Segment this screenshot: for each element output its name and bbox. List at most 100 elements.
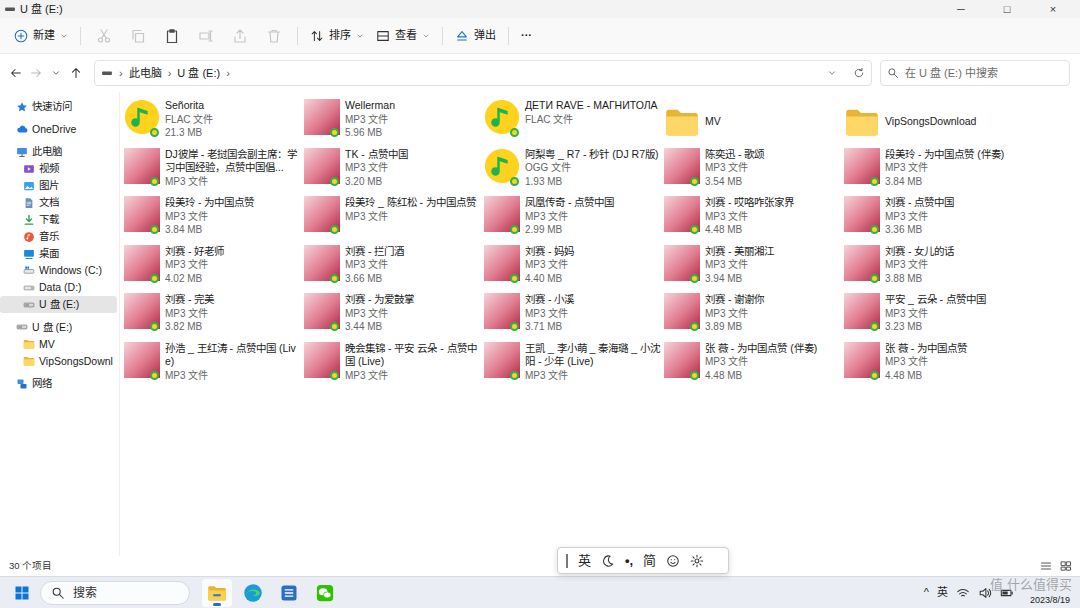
file-tile[interactable]: 张 薇 - 为中国点赞MP3 文件4.48 MB <box>844 339 1024 388</box>
file-tile[interactable]: 平安 _ 云朵 - 点赞中国MP3 文件3.23 MB <box>844 290 1024 339</box>
sidebar-item[interactable]: Data (D:) <box>0 279 117 296</box>
taskbar-search[interactable]: 搜索 <box>40 581 190 605</box>
taskbar-app[interactable] <box>238 579 268 607</box>
file-tile[interactable]: MV <box>664 96 844 145</box>
file-tile[interactable]: TK - 点赞中国MP3 文件3.20 MB <box>304 145 484 194</box>
forward-button[interactable] <box>26 61 46 85</box>
taskbar-app[interactable] <box>274 579 304 607</box>
file-tile[interactable]: 刘赛 - 点赞中国MP3 文件3.36 MB <box>844 193 1024 242</box>
ime-charset[interactable]: 简 <box>643 551 656 571</box>
file-tile[interactable]: SeñoritaFLAC 文件21.3 MB <box>124 96 304 145</box>
speaker-icon[interactable] <box>978 586 992 600</box>
minimize-button[interactable]: ─ <box>938 0 984 18</box>
search-box[interactable] <box>880 60 1070 86</box>
file-tile[interactable]: 孙浩 _ 王红涛 - 点赞中国 (Live)MP3 文件 <box>124 339 304 388</box>
file-name: DJ彼岸 - 老挝国会副主席：学习中国经验，点赞中国倡... <box>165 148 303 175</box>
taskbar-app[interactable] <box>310 579 340 607</box>
copy-button[interactable] <box>121 22 155 50</box>
file-tile[interactable]: WellermanMP3 文件5.96 MB <box>304 96 484 145</box>
wifi-icon[interactable] <box>956 586 970 600</box>
tray-ime[interactable]: 英 <box>937 584 948 601</box>
file-tile[interactable]: 段美玲 - 为中国点赞MP3 文件3.84 MB <box>124 193 304 242</box>
sort-button[interactable]: 排序 <box>304 22 370 50</box>
tray-expand[interactable]: ^ <box>924 584 929 601</box>
ime-language[interactable]: 英 <box>578 551 591 571</box>
sidebar-item[interactable]: VipSongsDownl <box>0 353 117 370</box>
search-input[interactable] <box>905 65 1063 82</box>
qq-music-badge-icon <box>330 128 339 137</box>
file-tile[interactable]: 王凯 _ 李小萌 _ 秦海璐 _ 小沈阳 - 少年 (Live)MP3 文件 <box>484 339 664 388</box>
back-button[interactable] <box>6 61 26 85</box>
gear-icon[interactable] <box>690 554 704 568</box>
sidebar-item[interactable]: 图片 <box>0 177 117 194</box>
drag-handle[interactable] <box>566 554 568 568</box>
file-tile[interactable]: 刘赛 - 谢谢你MP3 文件3.89 MB <box>664 290 844 339</box>
file-tile[interactable]: 刘赛 - 完美MP3 文件3.82 MB <box>124 290 304 339</box>
file-tile[interactable]: 阿梨粤 _ R7 - 秒针 (DJ R7版)OGG 文件1.93 MB <box>484 145 664 194</box>
file-tile[interactable]: 段美玲 - 为中国点赞 (伴奏)MP3 文件3.84 MB <box>844 145 1024 194</box>
sidebar-item[interactable]: Windows (C:) <box>0 262 117 279</box>
sidebar-item[interactable]: OneDrive <box>0 121 117 138</box>
file-tile[interactable]: 刘赛 - 好老师MP3 文件4.02 MB <box>124 242 304 291</box>
file-tile[interactable]: 刘赛 - 妈妈MP3 文件4.40 MB <box>484 242 664 291</box>
taskbar-app[interactable] <box>202 579 232 607</box>
maximize-button[interactable]: □ <box>984 0 1030 18</box>
sidebar-item[interactable]: 快速访问 <box>0 98 117 115</box>
sidebar-item[interactable]: 音乐 <box>0 228 117 245</box>
file-tile[interactable]: 段美玲 _ 陈红松 - 为中国点赞MP3 文件 <box>304 193 484 242</box>
details-view-icon[interactable] <box>1040 560 1052 572</box>
breadcrumb[interactable]: U 盘 (E:) <box>177 65 220 82</box>
title-bar: U 盘 (E:)─□× <box>0 0 1080 18</box>
file-tile[interactable]: VipSongsDownload <box>844 96 1024 145</box>
cut-button[interactable] <box>87 22 121 50</box>
file-tile[interactable]: 刘赛 - 为爱鼓掌MP3 文件3.44 MB <box>304 290 484 339</box>
file-tile[interactable]: 陈奕迅 - 歌颂MP3 文件3.54 MB <box>664 145 844 194</box>
sidebar-item[interactable]: U 盘 (E:) <box>0 296 117 313</box>
more-button[interactable]: ··· <box>515 22 538 50</box>
ime-punctuation[interactable]: •, <box>625 551 633 571</box>
tiles-view-icon[interactable] <box>1060 560 1072 572</box>
close-button[interactable]: × <box>1030 0 1076 18</box>
sidebar-item[interactable]: 文档 <box>0 194 117 211</box>
paste-button[interactable] <box>155 22 189 50</box>
file-name: 刘赛 - 点赞中国 <box>885 196 1023 210</box>
share-button[interactable] <box>223 22 257 50</box>
file-tile[interactable]: 刘赛 - 拦门酒MP3 文件3.66 MB <box>304 242 484 291</box>
ime-toolbar[interactable]: 英 •, 简 <box>557 547 729 574</box>
address-bar[interactable]: ›此电脑›U 盘 (E:)› <box>94 60 872 86</box>
file-tile[interactable]: ДЕТИ RAVE - МАГНИТОЛАFLAC 文件 <box>484 96 664 145</box>
recent-button[interactable] <box>46 61 66 85</box>
view-button[interactable]: 查看 <box>370 22 436 50</box>
emoji-icon[interactable] <box>666 554 680 568</box>
sidebar-item[interactable]: U 盘 (E:) <box>0 319 117 336</box>
file-tile[interactable]: 凤凰传奇 - 点赞中国MP3 文件2.99 MB <box>484 193 664 242</box>
dropdown-icon[interactable] <box>827 68 837 78</box>
sidebar-item[interactable]: 下载 <box>0 211 117 228</box>
new-button[interactable]: 新建 <box>8 22 74 50</box>
file-tile[interactable]: 张 薇 - 为中国点赞 (伴奏)MP3 文件4.48 MB <box>664 339 844 388</box>
file-text: 刘赛 - 拦门酒MP3 文件3.66 MB <box>345 245 483 286</box>
eject-button[interactable]: 弹出 <box>449 22 502 50</box>
sidebar-item[interactable]: 桌面 <box>0 245 117 262</box>
sidebar-item[interactable]: 此电脑 <box>0 143 117 160</box>
refresh-icon[interactable] <box>853 67 865 79</box>
file-tile[interactable]: 晚会集锦 - 平安 云朵 - 点赞中国 (Live)MP3 文件 <box>304 339 484 388</box>
sidebar-item[interactable]: 网络 <box>0 375 117 392</box>
sidebar-item[interactable]: 视频 <box>0 160 117 177</box>
sidebar-item[interactable]: MV <box>0 336 117 353</box>
up-button[interactable] <box>66 61 86 85</box>
breadcrumb[interactable]: 此电脑 <box>129 65 162 82</box>
delete-button[interactable] <box>257 22 291 50</box>
clock-date[interactable]: 2023/8/19 <box>1030 595 1070 608</box>
file-tile[interactable]: 刘赛 - 哎咯咋张家界MP3 文件4.48 MB <box>664 193 844 242</box>
windows-start-icon[interactable] <box>14 585 30 601</box>
folder-icon <box>23 355 35 367</box>
file-tile[interactable]: 刘赛 - 美丽湘江MP3 文件3.94 MB <box>664 242 844 291</box>
moon-icon[interactable] <box>601 554 615 568</box>
file-tile[interactable]: 刘赛 - 女儿的话MP3 文件3.88 MB <box>844 242 1024 291</box>
rename-button[interactable] <box>189 22 223 50</box>
file-icon <box>844 293 880 329</box>
file-tile[interactable]: 刘赛 - 小溪MP3 文件3.71 MB <box>484 290 664 339</box>
file-tile[interactable]: DJ彼岸 - 老挝国会副主席：学习中国经验，点赞中国倡...MP3 文件 <box>124 145 304 194</box>
file-type: FLAC 文件 <box>525 113 663 127</box>
